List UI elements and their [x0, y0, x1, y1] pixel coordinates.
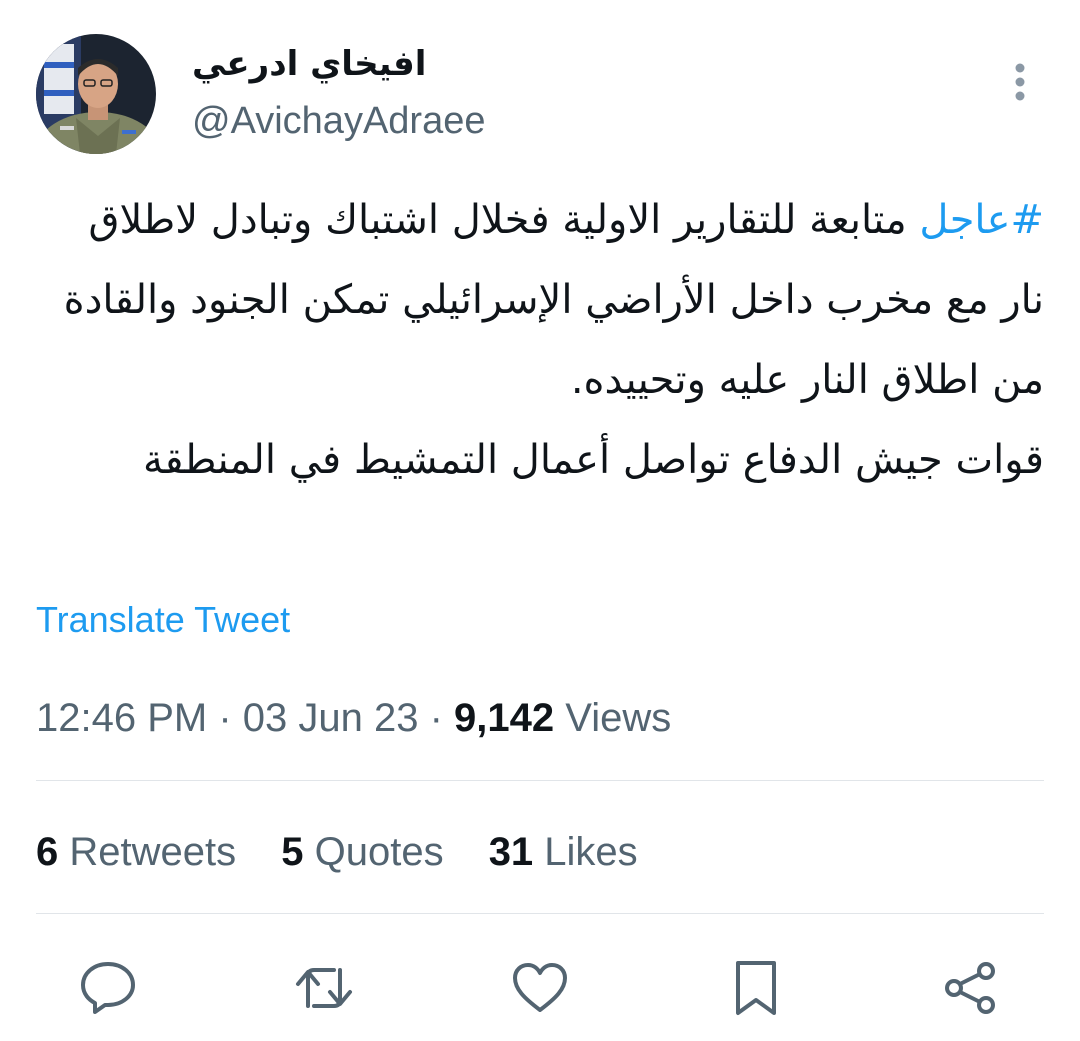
retweet-button[interactable] — [294, 958, 354, 1018]
user-handle[interactable]: @AvichayAdraee — [192, 96, 485, 146]
like-button[interactable] — [510, 958, 570, 1018]
divider — [36, 913, 1044, 914]
reply-icon — [81, 962, 135, 1014]
tweet-meta: 12:46 PM · 03 Jun 23 · 9,142 Views — [36, 692, 671, 744]
like-icon — [513, 963, 567, 1012]
retweets-count: 6 — [36, 830, 59, 874]
hashtag-link[interactable]: #عاجل — [919, 197, 1044, 243]
likes-label: Likes — [533, 830, 638, 874]
more-options-button[interactable] — [1000, 58, 1040, 106]
retweet-icon — [296, 968, 352, 1008]
display-name[interactable]: افيخاي ادرعي — [192, 40, 426, 88]
retweets-label: Retweets — [58, 830, 237, 874]
tweet-date[interactable]: 03 Jun 23 — [243, 696, 419, 740]
more-vertical-icon — [1015, 63, 1025, 101]
tweet-time[interactable]: 12:46 PM — [36, 696, 207, 740]
meta-separator: · — [418, 696, 455, 740]
bookmark-button[interactable] — [726, 958, 786, 1018]
views-label: Views — [554, 696, 672, 740]
likes-count: 31 — [488, 830, 534, 874]
share-button[interactable] — [940, 958, 1000, 1018]
quotes-label: Quotes — [303, 830, 444, 874]
avatar[interactable] — [36, 34, 156, 154]
likes-stat[interactable]: 31 Likes — [489, 826, 638, 878]
meta-separator: · — [207, 696, 243, 740]
reply-button[interactable] — [78, 958, 138, 1018]
retweets-stat[interactable]: 6 Retweets — [36, 826, 236, 878]
views-count: 9,142 — [454, 696, 555, 740]
bookmark-icon — [736, 961, 776, 1015]
quotes-count: 5 — [281, 830, 304, 874]
share-icon — [945, 962, 995, 1014]
tweet-text: #عاجل متابعة للتقارير الاولية فخلال اشتب… — [40, 180, 1044, 500]
divider — [36, 780, 1044, 781]
tweet-text-body: متابعة للتقارير الاولية فخلال اشتباك وتب… — [63, 197, 1044, 403]
tweet-text-line2: قوات جيش الدفاع تواصل أعمال التمشيط في ا… — [142, 437, 1044, 483]
translate-tweet-link[interactable]: Translate Tweet — [36, 596, 290, 644]
tweet-stats: 6 Retweets 5 Quotes 31 Likes — [36, 826, 672, 878]
quotes-stat[interactable]: 5 Quotes — [281, 826, 443, 878]
